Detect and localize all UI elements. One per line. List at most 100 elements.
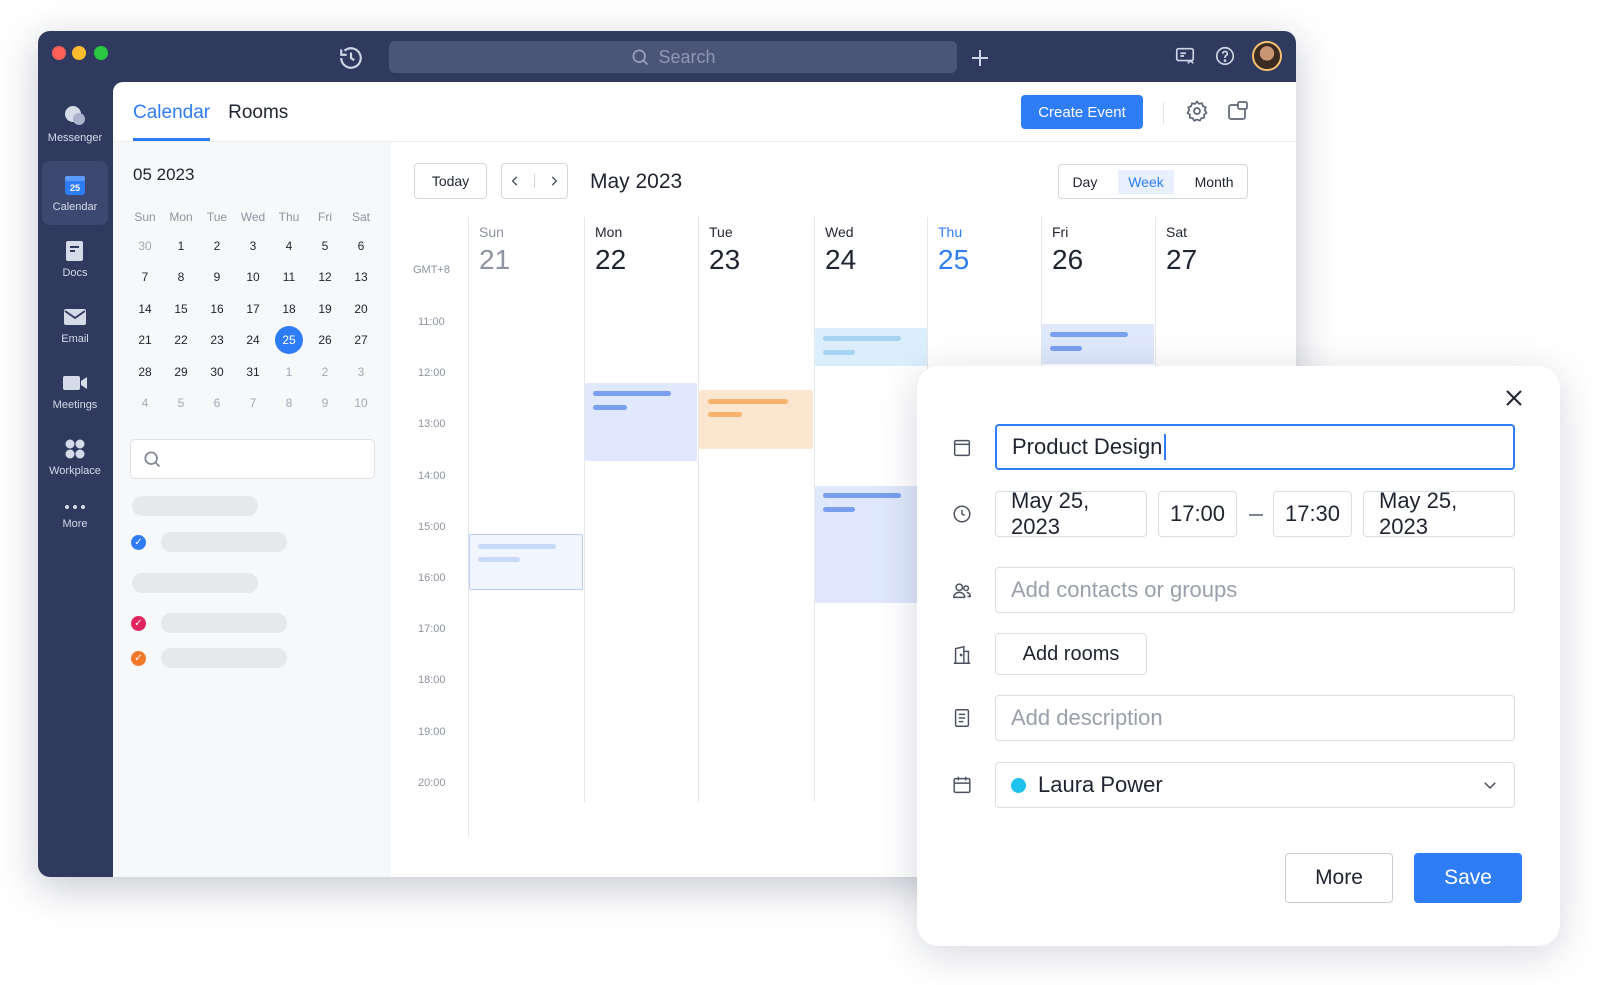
calendar-select[interactable]: Laura Power: [995, 762, 1515, 808]
mini-calendar-day[interactable]: 22: [163, 325, 199, 357]
event-title-input[interactable]: Product Design: [995, 424, 1515, 470]
today-button[interactable]: Today: [414, 163, 487, 199]
mini-calendar-day[interactable]: 25: [271, 325, 307, 357]
day-header[interactable]: Sat 27: [1166, 224, 1197, 276]
weekday-label: Thu: [278, 210, 300, 224]
end-time-field[interactable]: 17:30: [1273, 491, 1352, 537]
calendar-checkbox[interactable]: ✓: [131, 616, 146, 631]
calendar-checkbox[interactable]: ✓: [131, 651, 146, 666]
mini-calendar-day[interactable]: 17: [235, 293, 271, 325]
mini-calendar-day[interactable]: 6: [199, 388, 235, 420]
mini-calendar-day[interactable]: 23: [199, 325, 235, 357]
day-header[interactable]: Wed 24: [825, 224, 856, 276]
mini-calendar-day[interactable]: 1: [163, 230, 199, 262]
event-block[interactable]: [815, 486, 927, 603]
mini-calendar-day[interactable]: 30: [127, 230, 163, 262]
mini-calendar-day[interactable]: 10: [343, 388, 379, 420]
day-header[interactable]: Tue 23: [709, 224, 740, 276]
mini-calendar-day[interactable]: 5: [163, 388, 199, 420]
mini-calendar-day[interactable]: 2: [307, 356, 343, 388]
mini-calendar-day[interactable]: 24: [235, 325, 271, 357]
mini-calendar-day[interactable]: 16: [199, 293, 235, 325]
mini-calendar-day[interactable]: 9: [307, 388, 343, 420]
mini-calendar-day[interactable]: 12: [307, 262, 343, 294]
close-window-button[interactable]: [52, 46, 66, 60]
mini-calendar-day[interactable]: 6: [343, 230, 379, 262]
mini-calendar-day[interactable]: 20: [343, 293, 379, 325]
day-header[interactable]: Mon 22: [595, 224, 626, 276]
event-block[interactable]: [699, 390, 813, 449]
mini-calendar-day[interactable]: 26: [307, 325, 343, 357]
mini-calendar-day[interactable]: 14: [127, 293, 163, 325]
calendar-search-input[interactable]: [130, 439, 375, 479]
calendar-checkbox[interactable]: ✓: [131, 535, 146, 550]
mini-calendar-day[interactable]: 28: [127, 356, 163, 388]
new-window-icon[interactable]: [1226, 99, 1250, 123]
mini-calendar-day[interactable]: 7: [127, 262, 163, 294]
tab-rooms[interactable]: Rooms: [228, 102, 288, 141]
view-week[interactable]: Week: [1118, 169, 1174, 194]
mini-calendar-day[interactable]: 18: [271, 293, 307, 325]
history-icon[interactable]: [338, 45, 364, 71]
mini-calendar-day[interactable]: 31: [235, 356, 271, 388]
mini-calendar-day[interactable]: 10: [235, 262, 271, 294]
chevron-right-icon[interactable]: [547, 174, 561, 188]
description-input[interactable]: Add description: [995, 695, 1515, 741]
contacts-input[interactable]: Add contacts or groups: [995, 567, 1515, 613]
mini-calendar-day[interactable]: 4: [271, 230, 307, 262]
day-header[interactable]: Sun 21: [479, 224, 510, 276]
event-block[interactable]: [469, 534, 583, 590]
nav-more[interactable]: More: [42, 489, 108, 541]
chevron-left-icon[interactable]: [508, 174, 522, 188]
mini-calendar-day[interactable]: 9: [199, 262, 235, 294]
mini-calendar-day[interactable]: 8: [163, 262, 199, 294]
screen-share-icon[interactable]: [1172, 43, 1198, 69]
view-day[interactable]: Day: [1072, 174, 1097, 190]
nav-workplace[interactable]: Workplace: [42, 425, 108, 489]
event-block[interactable]: [585, 383, 697, 461]
mini-calendar-day[interactable]: 1: [271, 356, 307, 388]
nav-messenger[interactable]: Messenger: [42, 92, 108, 156]
mini-calendar-day[interactable]: 2: [199, 230, 235, 262]
nav-email[interactable]: Email: [42, 293, 108, 357]
mini-calendar-day[interactable]: 21: [127, 325, 163, 357]
global-search-input[interactable]: Search: [389, 41, 957, 73]
add-rooms-button[interactable]: Add rooms: [995, 633, 1147, 675]
mini-calendar-day[interactable]: 13: [343, 262, 379, 294]
mini-calendar-day[interactable]: 15: [163, 293, 199, 325]
mini-calendar-day[interactable]: 5: [307, 230, 343, 262]
mini-calendar-day[interactable]: 11: [271, 262, 307, 294]
close-icon[interactable]: [1502, 386, 1526, 410]
nav-docs[interactable]: Docs: [42, 227, 108, 291]
mini-calendar-day[interactable]: 3: [235, 230, 271, 262]
more-options-button[interactable]: More: [1285, 853, 1393, 903]
mini-calendar-day[interactable]: 30: [199, 356, 235, 388]
start-date-field[interactable]: May 25, 2023: [995, 488, 1147, 539]
placeholder-group-header: [132, 496, 258, 516]
end-date-field[interactable]: May 25, 2023: [1363, 488, 1515, 539]
minimize-window-button[interactable]: [72, 46, 86, 60]
mini-calendar-day[interactable]: 3: [343, 356, 379, 388]
plus-icon[interactable]: [968, 46, 992, 70]
gear-icon[interactable]: [1185, 99, 1209, 123]
event-block[interactable]: [1042, 324, 1154, 364]
mini-calendar-day[interactable]: 27: [343, 325, 379, 357]
day-header[interactable]: Thu 25: [938, 224, 969, 276]
mini-calendar-day[interactable]: 7: [235, 388, 271, 420]
day-header[interactable]: Fri 26: [1052, 224, 1083, 276]
maximize-window-button[interactable]: [94, 46, 108, 60]
event-block[interactable]: [815, 328, 927, 366]
help-icon[interactable]: [1212, 43, 1238, 69]
mini-calendar-day[interactable]: 4: [127, 388, 163, 420]
mini-calendar-day[interactable]: 8: [271, 388, 307, 420]
mini-calendar-day[interactable]: 19: [307, 293, 343, 325]
user-avatar[interactable]: [1252, 41, 1282, 71]
create-event-button[interactable]: Create Event: [1021, 95, 1143, 129]
save-button[interactable]: Save: [1414, 853, 1522, 903]
start-time-field[interactable]: 17:00: [1158, 491, 1237, 537]
mini-calendar-day[interactable]: 29: [163, 356, 199, 388]
nav-calendar[interactable]: 25 Calendar: [42, 161, 108, 225]
nav-meetings[interactable]: Meetings: [42, 359, 108, 423]
tab-calendar[interactable]: Calendar: [133, 102, 211, 141]
view-month[interactable]: Month: [1195, 174, 1234, 190]
